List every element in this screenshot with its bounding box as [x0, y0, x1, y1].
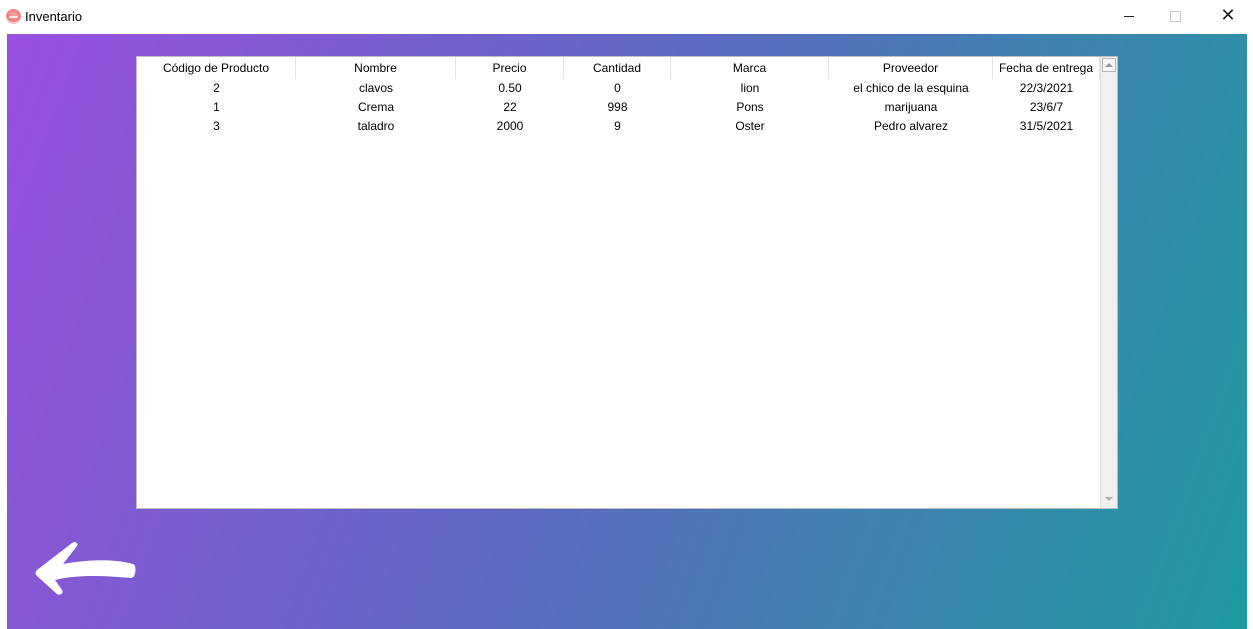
minimize-icon [1124, 15, 1134, 17]
cell-fecha: 22/3/2021 [1019, 81, 1074, 95]
table-grid: Código de Producto Nombre Precio Cantida… [137, 57, 1100, 508]
table-row[interactable]: 1 Crema 22 998 Pons marijuana 23/6/7 [137, 98, 1100, 116]
cell-proveedor: Pedro alvarez [873, 119, 949, 133]
cell-marca: Pons [736, 100, 764, 114]
chevron-up-icon [1105, 63, 1113, 67]
app-icon [6, 9, 21, 24]
cell-codigo: 3 [213, 119, 220, 133]
cell-cantidad: 9 [614, 119, 621, 133]
title-bar: Inventario ✕ [0, 0, 1253, 34]
close-button[interactable]: ✕ [1205, 0, 1251, 32]
cell-precio: 22 [503, 100, 517, 114]
close-icon: ✕ [1220, 5, 1236, 26]
scroll-up-button[interactable] [1102, 58, 1116, 72]
cell-fecha: 31/5/2021 [1019, 119, 1074, 133]
column-header-cantidad[interactable]: Cantidad [564, 57, 671, 79]
column-header-marca[interactable]: Marca [671, 57, 829, 79]
cell-fecha: 23/6/7 [1029, 100, 1064, 114]
back-arrow-icon [35, 542, 136, 595]
cell-proveedor: marijuana [884, 100, 938, 114]
cell-nombre: taladro [357, 119, 395, 133]
cell-cantidad: 0 [614, 81, 621, 95]
cell-marca: Oster [735, 119, 765, 133]
main-area: Código de Producto Nombre Precio Cantida… [7, 34, 1247, 629]
table-header: Código de Producto Nombre Precio Cantida… [137, 57, 1100, 79]
maximize-button[interactable] [1152, 0, 1198, 32]
cell-precio: 0.50 [498, 81, 522, 95]
table-row[interactable]: 2 clavos 0.50 0 lion el chico de la esqu… [137, 79, 1100, 97]
cell-codigo: 1 [213, 100, 220, 114]
cell-cantidad: 998 [607, 100, 628, 114]
column-header-fecha[interactable]: Fecha de entrega [993, 57, 1100, 79]
column-header-proveedor[interactable]: Proveedor [829, 57, 993, 79]
cell-proveedor: el chico de la esquina [853, 81, 969, 95]
cell-marca: lion [740, 81, 760, 95]
maximize-icon [1169, 10, 1181, 22]
minimize-button[interactable] [1106, 0, 1152, 32]
back-button[interactable] [33, 534, 137, 596]
cell-codigo: 2 [213, 81, 220, 95]
window-title: Inventario [25, 9, 83, 24]
scroll-down-button[interactable] [1102, 492, 1116, 506]
table-row[interactable]: 3 taladro 2000 9 Oster Pedro alvarez 31/… [137, 117, 1100, 135]
inventory-table[interactable]: Código de Producto Nombre Precio Cantida… [136, 56, 1118, 509]
cell-precio: 2000 [496, 119, 524, 133]
inventario-window: Inventario ✕ Código de Producto Nombre P… [0, 0, 1253, 629]
vertical-scrollbar[interactable] [1100, 57, 1117, 508]
column-header-precio[interactable]: Precio [456, 57, 564, 79]
column-header-codigo[interactable]: Código de Producto [137, 57, 296, 79]
cell-nombre: Crema [357, 100, 394, 114]
chevron-down-icon [1105, 497, 1113, 501]
column-header-nombre[interactable]: Nombre [296, 57, 456, 79]
cell-nombre: clavos [358, 81, 393, 95]
